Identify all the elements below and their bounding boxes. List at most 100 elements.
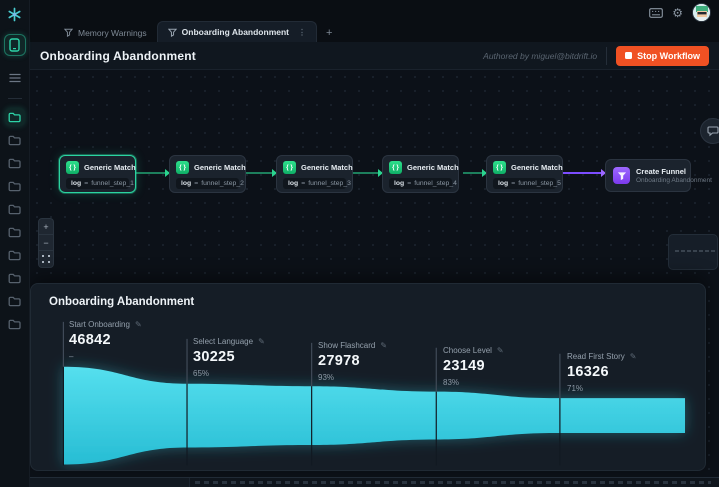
sidebar-folder[interactable]	[5, 246, 25, 264]
match-braces-icon: { }	[389, 161, 402, 174]
bitdrift-logo-icon	[6, 5, 24, 23]
edge-2-3	[246, 169, 277, 177]
zoom-in-button[interactable]: +	[39, 219, 53, 235]
condition-value: funnel_step_5	[518, 180, 561, 187]
edit-icon[interactable]: ✎	[380, 341, 387, 350]
tab-onboarding-abandonment[interactable]: Onboarding Abandonment ⋮	[156, 21, 317, 42]
node-generic-match-4[interactable]: { } Generic Match log = funnel_step_4	[382, 155, 459, 193]
folder-icon	[8, 296, 21, 306]
edge-5-output	[563, 169, 606, 177]
chat-button[interactable]	[700, 118, 719, 144]
keyboard-icon[interactable]	[649, 7, 664, 18]
sidebar-folder-active[interactable]	[4, 108, 25, 126]
node-title: Generic Match	[511, 163, 563, 172]
condition-field: log	[498, 180, 509, 187]
node-generic-match-3[interactable]: { } Generic Match log = funnel_step_3	[276, 155, 353, 193]
funnel-stage-select-language: Select Language ✎ 30225 65%	[193, 337, 265, 378]
condition-operator: =	[84, 180, 89, 187]
sidebar-divider	[7, 98, 22, 99]
node-generic-match-1[interactable]: { } Generic Match log = funnel_step_1	[59, 155, 136, 193]
stage-label: Show Flashcard	[318, 341, 376, 350]
folder-icon	[8, 319, 21, 329]
node-generic-match-2[interactable]: { } Generic Match log = funnel_step_2	[169, 155, 246, 193]
sidebar-folder[interactable]	[5, 177, 25, 195]
stop-workflow-button[interactable]: Stop Workflow	[616, 45, 709, 66]
stage-label: Read First Story	[567, 352, 625, 361]
zoom-controls: + −	[38, 218, 54, 268]
minimap[interactable]	[668, 234, 718, 270]
workflow-header: Onboarding Abandonment Authored by migue…	[30, 42, 719, 70]
tab-label: Memory Warnings	[78, 27, 147, 38]
sidebar-folder[interactable]	[5, 131, 25, 149]
edit-icon[interactable]: ✎	[630, 352, 637, 361]
sidebar-folder[interactable]	[5, 223, 25, 241]
folder-icon	[8, 250, 21, 260]
chat-bubble-icon	[707, 126, 719, 137]
funnel-icon	[613, 167, 630, 184]
stage-label: Start Onboarding	[69, 320, 130, 329]
condition-value: funnel_step_1	[91, 180, 134, 187]
minimap-nodes	[675, 250, 715, 252]
fit-view-button[interactable]	[39, 251, 53, 267]
match-braces-icon: { }	[176, 161, 189, 174]
edit-icon[interactable]: ✎	[258, 337, 265, 346]
app-sidebar	[0, 0, 30, 487]
edge-1-2	[136, 169, 170, 177]
workflow-icon	[64, 28, 73, 37]
stage-value: 27978	[318, 353, 360, 369]
condition-operator: =	[194, 180, 199, 187]
folder-icon	[8, 204, 21, 214]
phone-icon	[9, 38, 20, 52]
sidebar-folder[interactable]	[5, 315, 25, 333]
authored-by-text: Authored by miguel@bitdrift.io	[483, 50, 598, 61]
next-panel-left-cell	[30, 478, 190, 487]
tab-label: Onboarding Abandonment	[181, 27, 289, 37]
match-braces-icon: { }	[283, 161, 296, 174]
node-title: Create Funnel	[636, 167, 687, 176]
folder-icon	[8, 227, 21, 237]
sidebar-folder[interactable]	[5, 269, 25, 287]
fit-view-icon	[42, 255, 50, 263]
sidebar-folder[interactable]	[5, 200, 25, 218]
edit-icon[interactable]: ✎	[497, 346, 504, 355]
funnel-panel: Onboarding Abandonment Start Onboarding …	[30, 283, 706, 471]
node-condition: log = funnel_step_2	[176, 178, 244, 189]
tab-menu-icon[interactable]: ⋮	[298, 28, 306, 37]
sidebar-folder[interactable]	[5, 154, 25, 172]
new-tab-button[interactable]: +	[317, 23, 341, 42]
stop-icon	[625, 52, 633, 59]
sidebar-folder[interactable]	[5, 292, 25, 310]
sidebar-item-devices[interactable]	[3, 34, 26, 56]
folder-icon	[8, 181, 21, 191]
edit-icon[interactable]: ✎	[135, 320, 142, 329]
node-title: Generic Match	[194, 163, 246, 172]
sidebar-item-logs[interactable]	[4, 67, 26, 89]
folder-icon	[8, 135, 21, 145]
match-braces-icon: { }	[66, 161, 79, 174]
tab-bar: Memory Warnings Onboarding Abandonment ⋮…	[30, 20, 719, 42]
stage-value: 46842	[69, 332, 111, 348]
folder-icon	[8, 112, 21, 122]
top-bar: ⚙	[30, 0, 719, 22]
gear-icon[interactable]: ⚙	[672, 7, 683, 19]
condition-field: log	[71, 180, 82, 187]
header-divider	[606, 46, 608, 65]
tab-memory-warnings[interactable]: Memory Warnings	[54, 23, 157, 42]
node-title: Generic Match	[301, 163, 353, 172]
zoom-out-button[interactable]: −	[39, 235, 53, 251]
edge-4-5	[463, 169, 487, 177]
stage-pct: 71%	[567, 384, 584, 393]
stop-workflow-label: Stop Workflow	[637, 50, 700, 61]
stage-pct: 65%	[193, 369, 210, 378]
node-generic-match-5[interactable]: { } Generic Match log = funnel_step_5	[486, 155, 563, 193]
folder-icon	[8, 158, 21, 168]
stage-pct: 83%	[443, 378, 460, 387]
funnel-stage-show-flashcard: Show Flashcard ✎ 27978 93%	[318, 341, 387, 382]
funnel-stage-choose-level: Choose Level ✎ 23149 83%	[443, 346, 504, 387]
node-subtitle: Onboarding Abandonment	[636, 177, 712, 184]
stage-value: 16326	[567, 364, 609, 380]
condition-value: funnel_step_3	[308, 180, 351, 187]
node-title: Generic Match	[407, 163, 459, 172]
folder-icon	[8, 273, 21, 283]
node-create-funnel[interactable]: Create Funnel Onboarding Abandonment	[605, 159, 712, 192]
